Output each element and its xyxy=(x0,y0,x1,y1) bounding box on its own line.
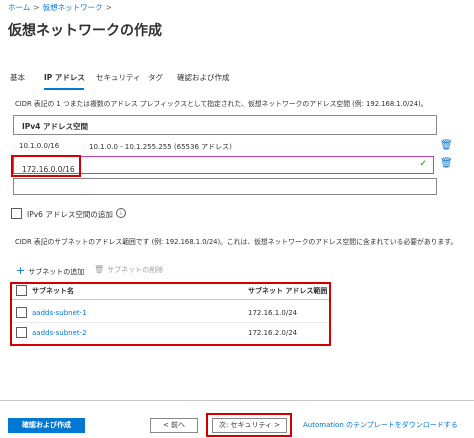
tab-review-create[interactable]: 確認および作成 xyxy=(177,72,230,83)
next-button-highlight-box xyxy=(206,413,292,437)
trash-icon[interactable]: 🗑 xyxy=(440,158,453,169)
address-space-description: CIDR 表記の 1 つまたは複数のアドレス プレフィックスとして指定された、仮… xyxy=(15,100,428,108)
trash-icon: 🗑 xyxy=(94,265,105,274)
active-tab-indicator xyxy=(44,88,84,90)
tab-ip-addresses[interactable]: IP アドレス xyxy=(44,72,85,83)
automation-template-link[interactable]: Automation のテンプレートをダウンロードする xyxy=(303,420,458,430)
tab-security[interactable]: セキュリティ xyxy=(96,72,141,83)
address-space-row: 10.1.0.0/16 10.1.0.0 - 10.1.255.255 (655… xyxy=(13,140,437,154)
footer-divider xyxy=(0,400,474,401)
breadcrumb: ホーム > 仮想ネットワーク > xyxy=(8,2,115,13)
address-cidr: 10.1.0.0/16 xyxy=(19,142,60,150)
delete-subnet-label: サブネットの削除 xyxy=(107,266,164,274)
subnet-table-highlight-box xyxy=(10,282,331,346)
tab-bar: 基本 IP アドレス セキュリティ タグ 確認および作成 xyxy=(10,72,470,92)
plus-icon: + xyxy=(16,264,26,277)
breadcrumb-separator: > xyxy=(33,3,40,12)
breadcrumb-trail-separator: > xyxy=(105,3,112,12)
add-subnet-button[interactable]: + サブネットの追加 xyxy=(16,264,84,277)
checkmark-icon: ✓ xyxy=(419,159,427,169)
review-create-button[interactable]: 確認および作成 xyxy=(8,418,85,433)
tab-tags[interactable]: タグ xyxy=(148,72,163,83)
tab-basics[interactable]: 基本 xyxy=(10,72,25,83)
previous-button[interactable]: < 前へ xyxy=(150,418,198,433)
ipv4-address-space-header: IPv4 アドレス空間 xyxy=(13,115,437,135)
input-highlight-box xyxy=(11,155,81,177)
info-icon[interactable]: i xyxy=(116,208,126,218)
delete-subnet-button[interactable]: 🗑 サブネットの削除 xyxy=(94,265,163,275)
breadcrumb-virtual-networks[interactable]: 仮想ネットワーク xyxy=(43,3,103,12)
subnet-description: CIDR 表記のサブネットのアドレス範囲です (例: 192.168.1.0/2… xyxy=(15,238,458,246)
ipv4-header-label: IPv4 アドレス空間 xyxy=(22,122,89,131)
address-space-empty-input[interactable] xyxy=(13,178,437,195)
trash-icon[interactable]: 🗑 xyxy=(440,140,453,151)
ipv6-checkbox[interactable] xyxy=(11,208,22,219)
address-range: 10.1.0.0 - 10.1.255.255 (65536 アドレス) xyxy=(89,143,232,151)
ipv6-label: IPv6 アドレス空間の追加 xyxy=(27,210,113,219)
page-title: 仮想ネットワークの作成 xyxy=(8,23,162,39)
add-subnet-label: サブネットの追加 xyxy=(28,268,85,276)
breadcrumb-home[interactable]: ホーム xyxy=(8,3,30,12)
